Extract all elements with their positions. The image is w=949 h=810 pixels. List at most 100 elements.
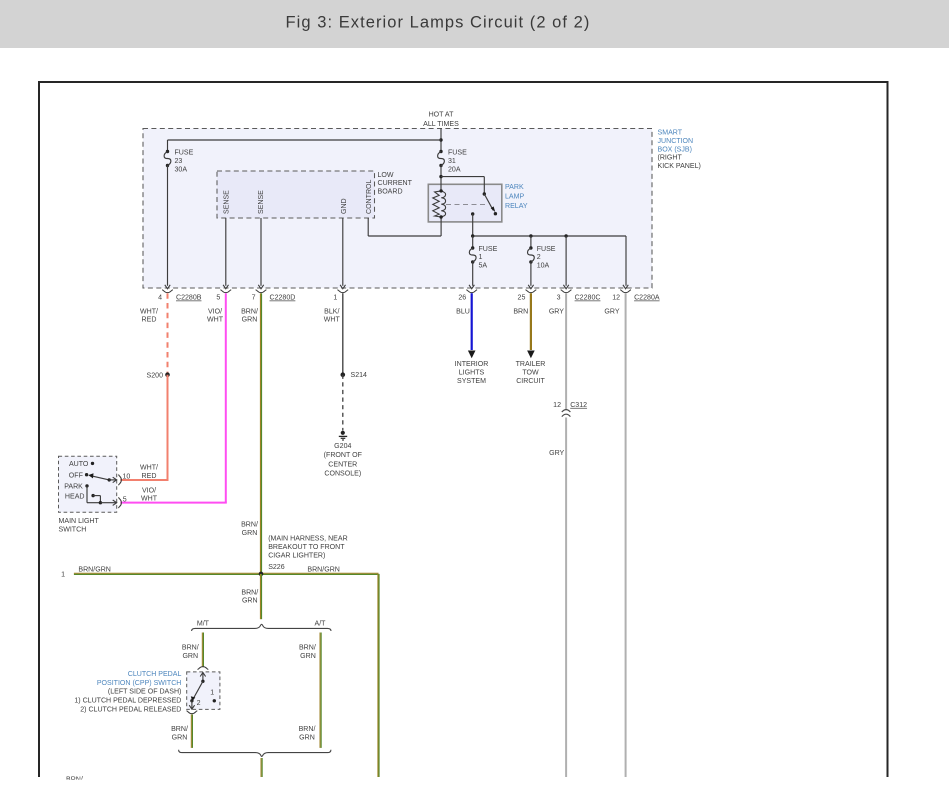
svg-text:GRY: GRY bbox=[549, 450, 564, 457]
svg-text:FUSE: FUSE bbox=[537, 246, 556, 253]
svg-text:2: 2 bbox=[537, 254, 541, 261]
svg-text:MAIN LIGHT: MAIN LIGHT bbox=[59, 518, 100, 525]
svg-text:RELAY: RELAY bbox=[505, 203, 528, 210]
svg-text:20A: 20A bbox=[448, 166, 461, 173]
svg-text:S200: S200 bbox=[147, 373, 164, 380]
svg-text:GRY: GRY bbox=[604, 308, 619, 315]
svg-text:PARK: PARK bbox=[505, 184, 524, 191]
svg-text:M/T: M/T bbox=[197, 621, 210, 628]
svg-text:GRN: GRN bbox=[242, 530, 258, 537]
svg-text:SWITCH: SWITCH bbox=[59, 526, 87, 533]
svg-text:(RIGHT: (RIGHT bbox=[658, 155, 683, 162]
svg-text:5: 5 bbox=[216, 295, 220, 302]
svg-text:A/T: A/T bbox=[315, 621, 327, 628]
svg-text:BRN/GRN: BRN/GRN bbox=[78, 566, 111, 573]
svg-text:CURRENT: CURRENT bbox=[378, 180, 413, 187]
svg-text:BRN/: BRN/ bbox=[241, 308, 258, 315]
svg-text:WHT/: WHT/ bbox=[140, 465, 158, 472]
svg-text:WHT: WHT bbox=[141, 496, 158, 503]
svg-text:BOARD: BOARD bbox=[378, 189, 403, 196]
svg-text:KICK PANEL): KICK PANEL) bbox=[658, 163, 701, 170]
svg-text:WHT/: WHT/ bbox=[140, 308, 158, 315]
svg-text:BRN/: BRN/ bbox=[299, 645, 316, 652]
svg-text:C312: C312 bbox=[570, 402, 587, 409]
svg-text:CENTER: CENTER bbox=[328, 461, 357, 468]
svg-text:5: 5 bbox=[123, 496, 127, 503]
svg-text:TRAILER: TRAILER bbox=[516, 361, 546, 368]
svg-text:12: 12 bbox=[553, 402, 561, 409]
svg-text:C2280A: C2280A bbox=[634, 295, 660, 302]
svg-text:S214: S214 bbox=[351, 372, 368, 379]
svg-text:C2280D: C2280D bbox=[270, 295, 296, 302]
svg-text:BRN/: BRN/ bbox=[241, 522, 258, 529]
svg-text:C2280B: C2280B bbox=[176, 295, 202, 302]
svg-text:OFF: OFF bbox=[69, 472, 84, 479]
svg-text:(MAIN HARNESS, NEAR: (MAIN HARNESS, NEAR bbox=[268, 536, 347, 543]
svg-text:HOT AT: HOT AT bbox=[429, 112, 454, 119]
svg-text:12: 12 bbox=[612, 295, 620, 302]
svg-text:4: 4 bbox=[158, 295, 162, 302]
svg-text:GND: GND bbox=[341, 198, 348, 214]
svg-text:FUSE: FUSE bbox=[479, 246, 498, 253]
svg-text:SENSE: SENSE bbox=[223, 190, 230, 214]
svg-text:C2280C: C2280C bbox=[575, 295, 601, 302]
svg-text:10A: 10A bbox=[537, 263, 550, 270]
svg-text:BOX (SJB): BOX (SJB) bbox=[658, 146, 692, 153]
svg-text:BRN/: BRN/ bbox=[171, 726, 188, 733]
svg-text:CLUTCH PEDAL: CLUTCH PEDAL bbox=[128, 671, 182, 678]
svg-text:30A: 30A bbox=[175, 166, 188, 173]
svg-text:INTERIOR: INTERIOR bbox=[455, 361, 489, 368]
svg-text:2: 2 bbox=[197, 700, 201, 707]
svg-text:VIO/: VIO/ bbox=[208, 308, 222, 315]
svg-text:1: 1 bbox=[479, 254, 483, 261]
svg-text:1) CLUTCH PEDAL DEPRESSED: 1) CLUTCH PEDAL DEPRESSED bbox=[74, 698, 181, 705]
svg-text:S226: S226 bbox=[268, 564, 285, 571]
svg-text:BRN/: BRN/ bbox=[241, 589, 258, 596]
svg-text:BRN/: BRN/ bbox=[182, 645, 199, 652]
svg-text:Fig 3: Exterior Lamps Circuit: Fig 3: Exterior Lamps Circuit (2 of 2) bbox=[286, 14, 591, 32]
svg-text:25: 25 bbox=[518, 295, 526, 302]
svg-text:PARK: PARK bbox=[64, 484, 83, 491]
svg-text:G204: G204 bbox=[334, 443, 351, 450]
svg-text:BREAKOUT TO FRONT: BREAKOUT TO FRONT bbox=[268, 544, 345, 551]
svg-text:(LEFT SIDE OF DASH): (LEFT SIDE OF DASH) bbox=[108, 689, 181, 696]
svg-text:23: 23 bbox=[175, 158, 183, 165]
svg-text:AUTO: AUTO bbox=[69, 461, 89, 468]
svg-text:CONSOLE): CONSOLE) bbox=[324, 471, 361, 478]
svg-text:VIO/: VIO/ bbox=[142, 487, 156, 494]
svg-text:JUNCTION: JUNCTION bbox=[658, 138, 694, 145]
svg-text:10: 10 bbox=[123, 474, 131, 481]
svg-text:1: 1 bbox=[333, 295, 337, 302]
svg-text:BLK/: BLK/ bbox=[324, 308, 339, 315]
svg-text:CIRCUIT: CIRCUIT bbox=[516, 378, 545, 385]
svg-text:1: 1 bbox=[210, 690, 214, 697]
svg-text:FUSE: FUSE bbox=[175, 150, 194, 157]
svg-text:BRN/GRN: BRN/GRN bbox=[307, 566, 340, 573]
svg-text:2) CLUTCH PEDAL RELEASED: 2) CLUTCH PEDAL RELEASED bbox=[80, 706, 181, 713]
svg-text:FUSE: FUSE bbox=[448, 150, 467, 157]
svg-text:BRN/: BRN/ bbox=[299, 726, 316, 733]
svg-text:GRN: GRN bbox=[242, 598, 258, 605]
svg-text:31: 31 bbox=[448, 158, 456, 165]
svg-text:ALL TIMES: ALL TIMES bbox=[423, 121, 459, 128]
svg-text:GRN: GRN bbox=[172, 734, 188, 741]
svg-text:RED: RED bbox=[142, 317, 157, 324]
svg-text:WHT: WHT bbox=[207, 317, 224, 324]
svg-text:HEAD: HEAD bbox=[65, 493, 85, 500]
svg-text:LIGHTS: LIGHTS bbox=[459, 369, 485, 376]
svg-text:1: 1 bbox=[61, 571, 65, 578]
svg-text:SMART: SMART bbox=[658, 130, 683, 137]
svg-text:7: 7 bbox=[252, 295, 256, 302]
svg-text:CONTROL: CONTROL bbox=[366, 179, 373, 214]
svg-text:LOW: LOW bbox=[378, 172, 394, 179]
svg-text:GRN: GRN bbox=[300, 653, 316, 660]
svg-text:CIGAR LIGHTER): CIGAR LIGHTER) bbox=[268, 552, 325, 559]
svg-text:RED: RED bbox=[142, 473, 157, 480]
svg-text:SENSE: SENSE bbox=[258, 190, 265, 214]
svg-text:26: 26 bbox=[458, 295, 466, 302]
svg-text:TOW: TOW bbox=[522, 369, 539, 376]
svg-text:GRN: GRN bbox=[299, 734, 315, 741]
svg-text:WHT: WHT bbox=[324, 317, 341, 324]
svg-text:(FRONT OF: (FRONT OF bbox=[324, 452, 363, 459]
svg-text:BRN: BRN bbox=[513, 308, 528, 315]
